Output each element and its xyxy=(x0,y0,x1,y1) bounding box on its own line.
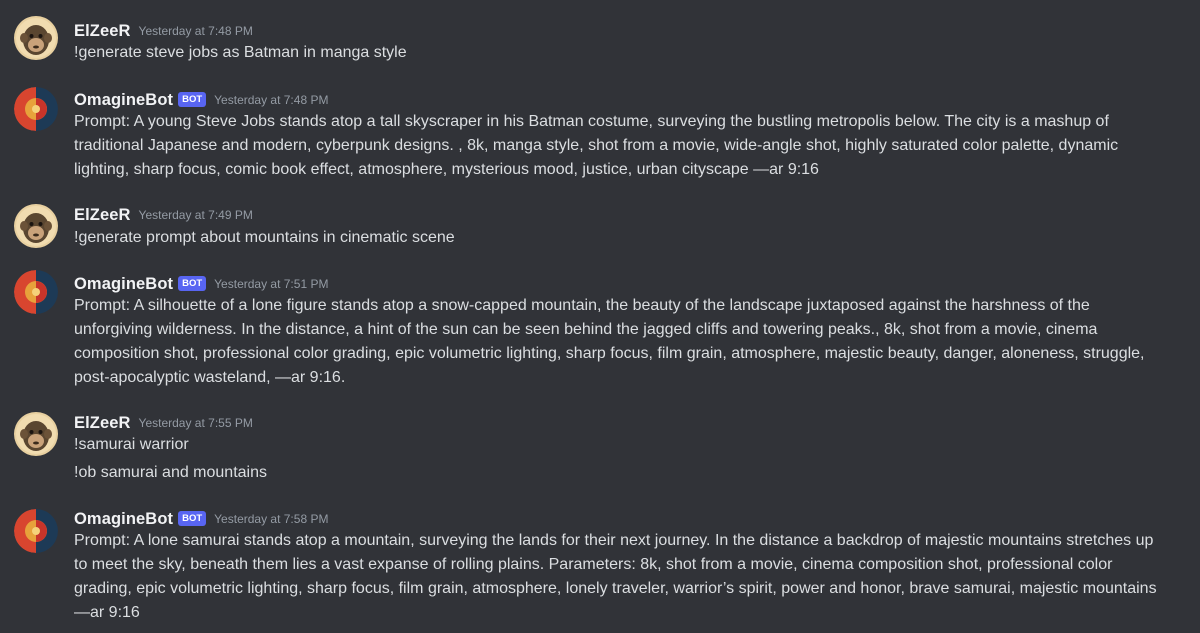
message-timestamp: Yesterday at 7:51 PM xyxy=(214,277,329,291)
monkey-avatar-icon xyxy=(14,412,58,456)
message-text: post-apocalyptic wasteland, —ar 9:16. xyxy=(74,369,346,386)
message-text: lighting, sharp focus, comic book effect… xyxy=(74,161,819,178)
message-timestamp: Yesterday at 7:49 PM xyxy=(138,208,253,222)
monkey-avatar-icon xyxy=(14,16,58,60)
author-name[interactable]: OmagineBot xyxy=(74,510,173,529)
bot-avatar[interactable] xyxy=(14,270,58,314)
bot-logo-icon xyxy=(14,509,58,553)
bot-badge: BOT xyxy=(178,275,207,291)
author-name[interactable]: ElZeeR xyxy=(74,22,131,41)
message-text: Prompt: A silhouette of a lone figure st… xyxy=(74,297,1090,314)
user-avatar[interactable] xyxy=(14,204,58,248)
chat-message-list: ElZeeR Yesterday at 7:48 PM !generate st… xyxy=(0,0,1200,633)
user-avatar[interactable] xyxy=(14,412,58,456)
bot-avatar[interactable] xyxy=(14,509,58,553)
message-text: Prompt: A young Steve Jobs stands atop a… xyxy=(74,113,1109,130)
message-timestamp: Yesterday at 7:58 PM xyxy=(214,512,329,526)
monkey-avatar-icon xyxy=(14,204,58,248)
message-timestamp: Yesterday at 7:55 PM xyxy=(138,416,253,430)
message-timestamp: Yesterday at 7:48 PM xyxy=(214,93,329,107)
message-text: traditional Japanese and modern, cyberpu… xyxy=(74,137,1119,154)
bot-logo-icon xyxy=(14,87,58,131)
message-text: !generate steve jobs as Batman in manga … xyxy=(74,44,407,61)
message-timestamp: Yesterday at 7:48 PM xyxy=(138,24,253,38)
message-text: grading, epic volumetric lighting, sharp… xyxy=(74,580,1157,597)
bot-avatar[interactable] xyxy=(14,87,58,131)
author-name[interactable]: OmagineBot xyxy=(74,275,173,294)
message-text: —ar 9:16 xyxy=(74,604,140,621)
author-name[interactable]: OmagineBot xyxy=(74,91,173,110)
message-text: unforgiving wilderness. In the distance,… xyxy=(74,321,1098,338)
message-text: composition shot, professional color gra… xyxy=(74,345,1145,362)
message-text: !generate prompt about mountains in cine… xyxy=(74,229,455,246)
message-text: to meet the sky, beneath them lies a vas… xyxy=(74,556,1113,573)
author-name[interactable]: ElZeeR xyxy=(74,206,131,225)
bot-badge: BOT xyxy=(178,510,207,526)
user-avatar[interactable] xyxy=(14,16,58,60)
bot-badge: BOT xyxy=(178,91,207,107)
message-text: Prompt: A lone samurai stands atop a mou… xyxy=(74,532,1154,549)
message-text: !ob samurai and mountains xyxy=(74,464,267,481)
bot-logo-icon xyxy=(14,270,58,314)
message-text: !samurai warrior xyxy=(74,436,189,453)
author-name[interactable]: ElZeeR xyxy=(74,414,131,433)
